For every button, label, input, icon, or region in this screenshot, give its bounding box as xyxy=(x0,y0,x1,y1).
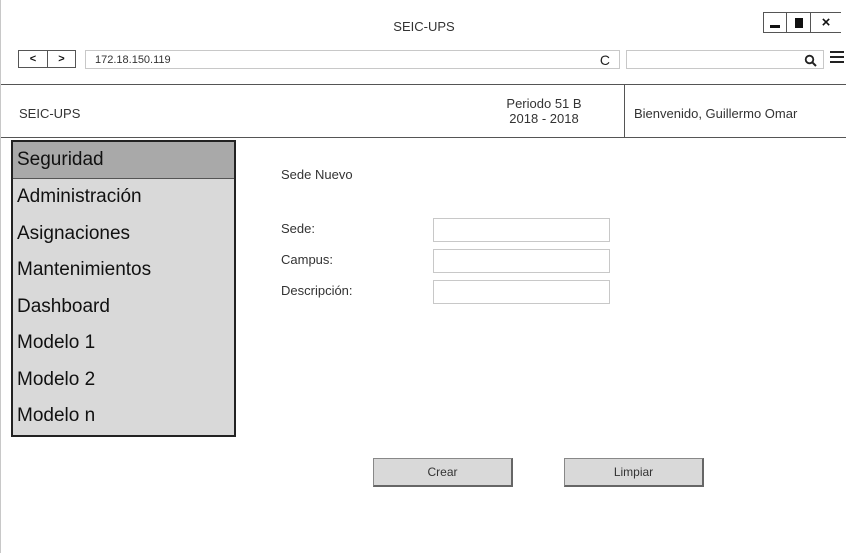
window-title: SEIC-UPS xyxy=(393,19,455,34)
back-button[interactable]: < xyxy=(19,51,47,67)
header-divider xyxy=(624,85,625,138)
close-button[interactable]: × xyxy=(811,12,841,33)
url-text: 172.18.150.119 xyxy=(95,54,171,66)
sidebar-menu: Seguridad Administración Asignaciones Ma… xyxy=(11,140,236,437)
sidebar-item-seguridad[interactable]: Seguridad xyxy=(13,142,234,179)
hamburger-menu-icon[interactable] xyxy=(830,51,844,65)
browser-window: SEIC-UPS × < > 172.18.150.119 C SEIC-UPS… xyxy=(0,0,846,553)
descripcion-label: Descripción: xyxy=(281,283,353,298)
campus-input[interactable] xyxy=(433,249,610,273)
app-name: SEIC-UPS xyxy=(19,106,81,121)
sidebar-item-modelo-2[interactable]: Modelo 2 xyxy=(13,362,234,399)
minimize-button[interactable] xyxy=(763,12,787,33)
maximize-button[interactable] xyxy=(787,12,811,33)
sede-label: Sede: xyxy=(281,221,315,236)
reload-icon[interactable]: C xyxy=(600,52,610,68)
browser-search-input[interactable] xyxy=(626,50,824,69)
sidebar-item-modelo-1[interactable]: Modelo 1 xyxy=(13,325,234,362)
close-icon: × xyxy=(821,14,831,31)
crear-button[interactable]: Crear xyxy=(373,458,513,487)
form-title: Sede Nuevo xyxy=(281,167,353,182)
limpiar-button[interactable]: Limpiar xyxy=(564,458,704,487)
minimize-icon xyxy=(770,25,780,28)
navigation-buttons: < > xyxy=(18,50,76,68)
sidebar-item-asignaciones[interactable]: Asignaciones xyxy=(13,216,234,253)
periodo-label: Periodo 51 B 2018 - 2018 xyxy=(469,96,619,126)
sede-input[interactable] xyxy=(433,218,610,242)
search-icon[interactable] xyxy=(804,54,817,67)
sidebar-item-dashboard[interactable]: Dashboard xyxy=(13,289,234,326)
descripcion-input[interactable] xyxy=(433,280,610,304)
sidebar-item-modelo-n[interactable]: Modelo n xyxy=(13,398,234,435)
campus-label: Campus: xyxy=(281,252,334,267)
address-bar[interactable]: 172.18.150.119 C xyxy=(85,50,620,69)
sidebar-item-mantenimientos[interactable]: Mantenimientos xyxy=(13,252,234,289)
title-bar: SEIC-UPS × xyxy=(1,0,846,40)
periodo-name: Periodo 51 B xyxy=(506,96,582,111)
maximize-icon xyxy=(794,17,803,28)
app-header: SEIC-UPS Periodo 51 B 2018 - 2018 Bienve… xyxy=(1,84,846,138)
forward-button[interactable]: > xyxy=(47,51,75,67)
sidebar-item-administracion[interactable]: Administración xyxy=(13,179,234,216)
periodo-years: 2018 - 2018 xyxy=(509,111,579,126)
welcome-message: Bienvenido, Guillermo Omar xyxy=(634,106,798,121)
